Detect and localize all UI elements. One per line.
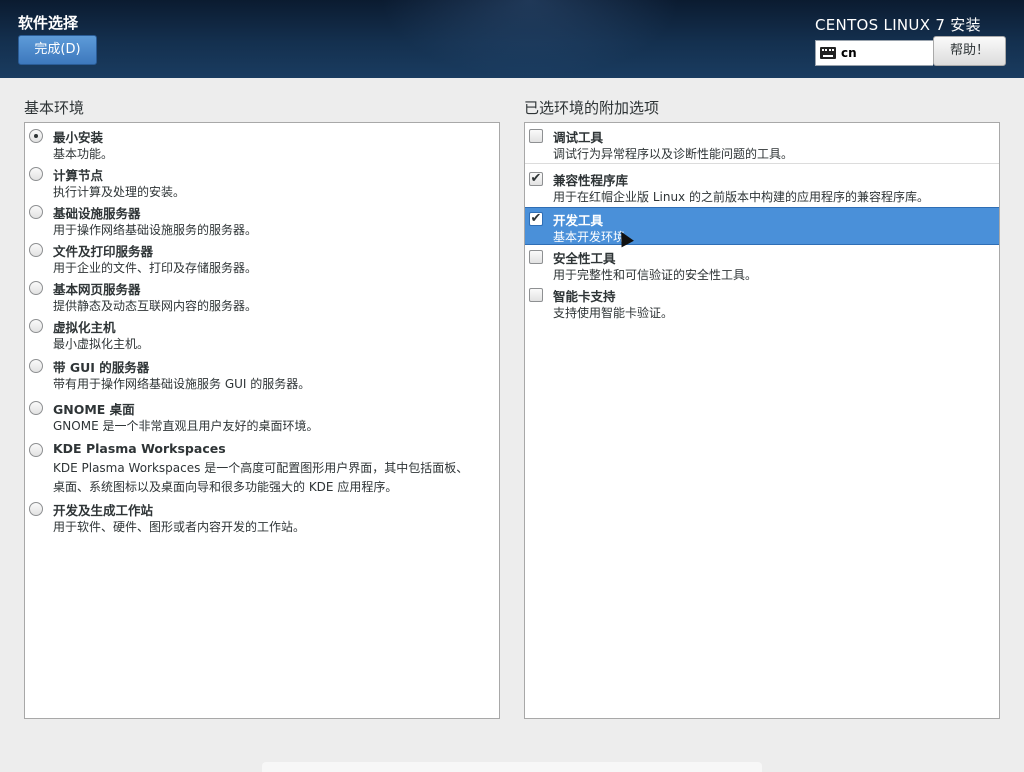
base-env-title: 开发及生成工作站: [53, 503, 154, 518]
addon-title: 兼容性程序库: [553, 173, 629, 188]
base-env-desc: 用于操作网络基础设施服务的服务器。: [53, 223, 258, 237]
base-env-title: 计算节点: [53, 168, 104, 183]
base-env-item-file-print-server[interactable]: 文件及打印服务器 用于企业的文件、打印及存储服务器。: [25, 239, 499, 275]
base-env-desc: 用于软件、硬件、图形或者内容开发的工作站。: [53, 520, 306, 534]
base-environment-list: 最小安装 基本功能。 计算节点 执行计算及处理的安装。 基础设施服务器 用于操作…: [24, 122, 500, 719]
base-environment-heading: 基本环境: [24, 99, 85, 117]
keyboard-icon: [820, 47, 836, 59]
base-env-desc: 最小虚拟化主机。: [53, 337, 150, 351]
radio-button[interactable]: [29, 443, 43, 457]
base-env-item-compute-node[interactable]: 计算节点 执行计算及处理的安装。: [25, 163, 499, 199]
radio-button[interactable]: [29, 167, 43, 181]
base-env-title: KDE Plasma Workspaces: [53, 441, 226, 456]
header-bar: 软件选择 完成(D) CENTOS LINUX 7 安装 cn 帮助！: [0, 0, 1024, 78]
addon-item-smart-card[interactable]: 智能卡支持 支持使用智能卡验证。: [525, 284, 999, 320]
page-title: 软件选择: [18, 14, 79, 32]
radio-button[interactable]: [29, 243, 43, 257]
base-env-item-minimal[interactable]: 最小安装 基本功能。: [25, 125, 499, 161]
base-env-desc: KDE Plasma Workspaces 是一个高度可配置图形用户界面，其中包…: [53, 461, 469, 475]
addons-list: 调试工具 调试行为异常程序以及诊断性能问题的工具。 ✔ 兼容性程序库 用于在红帽…: [524, 122, 1000, 719]
addon-item-compat-libraries[interactable]: ✔ 兼容性程序库 用于在红帽企业版 Linux 的之前版本中构建的应用程序的兼容…: [525, 168, 999, 204]
base-env-desc: 带有用于操作网络基础设施服务 GUI 的服务器。: [53, 377, 311, 391]
product-title: CENTOS LINUX 7 安装: [815, 16, 981, 34]
base-env-item-web-server[interactable]: 基本网页服务器 提供静态及动态互联网内容的服务器。: [25, 277, 499, 313]
addon-title: 调试工具: [553, 130, 604, 145]
base-env-item-infrastructure-server[interactable]: 基础设施服务器 用于操作网络基础设施服务的服务器。: [25, 201, 499, 237]
checkbox[interactable]: [529, 288, 543, 302]
radio-button[interactable]: [29, 401, 43, 415]
radio-button[interactable]: [29, 502, 43, 516]
checkbox-checked[interactable]: ✔: [529, 212, 543, 226]
base-env-title: 最小安装: [53, 130, 104, 145]
addons-heading: 已选环境的附加选项: [524, 99, 660, 117]
addon-item-security-tools[interactable]: 安全性工具 用于完整性和可信验证的安全性工具。: [525, 246, 999, 282]
checkbox-checked[interactable]: ✔: [529, 172, 543, 186]
bottom-message-bar: [262, 762, 762, 772]
base-env-title: 带 GUI 的服务器: [53, 360, 150, 375]
checkbox[interactable]: [529, 250, 543, 264]
base-env-item-gnome-desktop[interactable]: GNOME 桌面 GNOME 是一个非常直观且用户友好的桌面环境。: [25, 397, 499, 435]
base-env-title: 虚拟化主机: [53, 320, 116, 335]
base-env-title: 基本网页服务器: [53, 282, 141, 297]
addon-desc: 支持使用智能卡验证。: [553, 306, 674, 320]
radio-button[interactable]: [29, 359, 43, 373]
divider: [525, 163, 999, 164]
addon-title: 安全性工具: [553, 251, 616, 266]
radio-button[interactable]: [29, 281, 43, 295]
base-env-title: GNOME 桌面: [53, 402, 135, 417]
base-env-title: 文件及打印服务器: [53, 244, 154, 259]
base-env-item-dev-workstation[interactable]: 开发及生成工作站 用于软件、硬件、图形或者内容开发的工作站。: [25, 498, 499, 536]
radio-button[interactable]: [29, 129, 43, 143]
checkbox[interactable]: [529, 129, 543, 143]
base-env-item-kde-plasma[interactable]: KDE Plasma Workspaces KDE Plasma Workspa…: [25, 439, 499, 495]
help-button[interactable]: 帮助！: [933, 36, 1006, 66]
addon-desc: 调试行为异常程序以及诊断性能问题的工具。: [553, 147, 794, 161]
addon-desc: 用于在红帽企业版 Linux 的之前版本中构建的应用程序的兼容程序库。: [553, 190, 929, 204]
addon-desc: 用于完整性和可信验证的安全性工具。: [553, 268, 758, 282]
base-env-desc: 提供静态及动态互联网内容的服务器。: [53, 299, 258, 313]
keyboard-layout-indicator[interactable]: cn: [815, 40, 933, 66]
radio-button[interactable]: [29, 319, 43, 333]
base-env-desc: 执行计算及处理的安装。: [53, 185, 186, 199]
done-button[interactable]: 完成(D): [18, 35, 97, 65]
base-env-desc: 用于企业的文件、打印及存储服务器。: [53, 261, 258, 275]
base-env-item-virtualization-host[interactable]: 虚拟化主机 最小虚拟化主机。: [25, 315, 499, 351]
addon-item-debug-tools[interactable]: 调试工具 调试行为异常程序以及诊断性能问题的工具。: [525, 125, 999, 161]
addon-item-dev-tools[interactable]: ✔ 开发工具 基本开发环境。: [525, 207, 999, 245]
radio-button[interactable]: [29, 205, 43, 219]
base-env-desc: 基本功能。: [53, 147, 114, 161]
base-env-title: 基础设施服务器: [53, 206, 141, 221]
base-env-desc-line2: 桌面、系统图标以及桌面向导和很多功能强大的 KDE 应用程序。: [53, 480, 398, 494]
addon-title: 智能卡支持: [553, 289, 616, 304]
base-env-item-server-with-gui[interactable]: 带 GUI 的服务器 带有用于操作网络基础设施服务 GUI 的服务器。: [25, 355, 499, 393]
addon-title: 开发工具: [553, 213, 604, 228]
base-env-desc: GNOME 是一个非常直观且用户友好的桌面环境。: [53, 419, 319, 433]
keyboard-layout-value: cn: [841, 46, 857, 60]
